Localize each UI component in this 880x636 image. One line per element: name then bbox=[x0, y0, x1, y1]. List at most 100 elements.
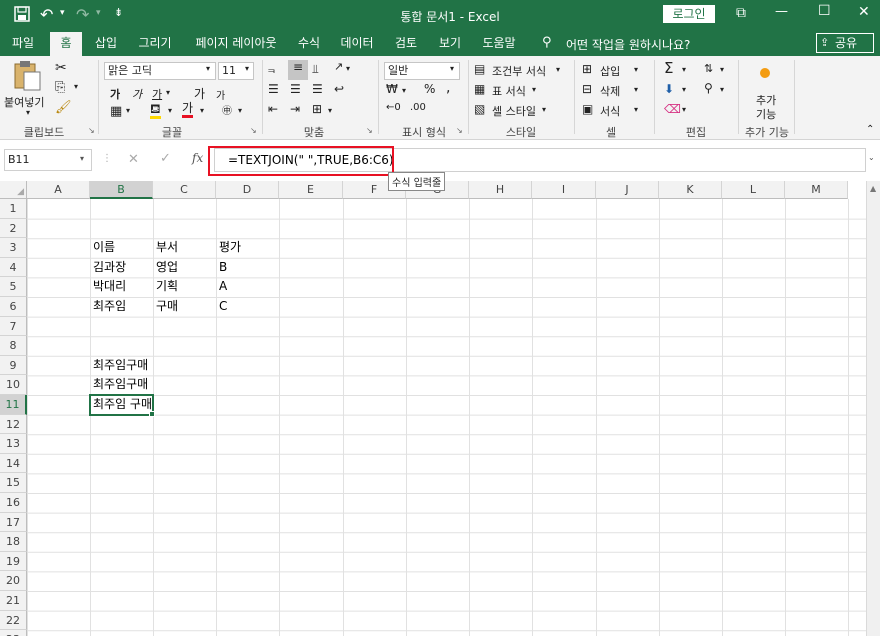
fill-color-dropdown-icon[interactable]: ▾ bbox=[168, 106, 172, 115]
delete-cells-icon[interactable]: ⊟ bbox=[582, 82, 592, 96]
row-header-2[interactable]: 2 bbox=[0, 218, 27, 239]
cell-b5[interactable]: 박대리 bbox=[90, 277, 126, 297]
tab-home[interactable]: 홈 bbox=[50, 32, 82, 56]
tab-formulas[interactable]: 수식 bbox=[292, 30, 326, 56]
row-header-12[interactable]: 12 bbox=[0, 414, 27, 435]
tab-file[interactable]: 파일 bbox=[4, 30, 42, 56]
cell-c4[interactable]: 영업 bbox=[153, 258, 178, 278]
paste-button[interactable]: 붙여넣기 bbox=[4, 94, 44, 110]
cell-c3[interactable]: 부서 bbox=[153, 238, 178, 258]
italic-button[interactable]: 가 bbox=[132, 86, 142, 102]
insert-cells-dropdown-icon[interactable]: ▾ bbox=[634, 65, 638, 74]
redo-dropdown-icon[interactable]: ▾ bbox=[96, 8, 101, 18]
tab-help[interactable]: 도움말 bbox=[476, 30, 522, 56]
increase-indent-icon[interactable]: ⇥ bbox=[290, 102, 300, 116]
column-header-d[interactable]: D bbox=[216, 181, 279, 199]
cell-d6[interactable]: C bbox=[216, 297, 227, 317]
row-header-11[interactable]: 11 bbox=[0, 395, 27, 415]
row-header-19[interactable]: 19 bbox=[0, 551, 27, 572]
cut-icon[interactable]: ✂ bbox=[55, 60, 67, 76]
bold-button[interactable]: 가 bbox=[110, 86, 120, 102]
cell-d3[interactable]: 평가 bbox=[216, 238, 241, 258]
expand-formula-bar-icon[interactable]: ⌄ bbox=[868, 153, 875, 162]
row-header-5[interactable]: 5 bbox=[0, 277, 27, 297]
confirm-edit-button[interactable]: ✓ bbox=[160, 151, 171, 166]
conditional-format-icon[interactable]: ▤ bbox=[474, 62, 485, 76]
paste-dropdown-icon[interactable]: ▾ bbox=[26, 108, 30, 117]
number-launcher-icon[interactable]: ↘ bbox=[456, 126, 463, 135]
column-header-l[interactable]: L bbox=[722, 181, 785, 199]
underline-button[interactable]: 가 bbox=[152, 86, 162, 102]
insert-cells-icon[interactable]: ⊞ bbox=[582, 62, 592, 76]
vertical-scrollbar[interactable]: ▲ bbox=[866, 181, 880, 636]
align-top-icon[interactable]: ⫬ bbox=[268, 62, 275, 77]
tab-page-layout[interactable]: 페이지 레이아웃 bbox=[186, 30, 286, 56]
format-cells-button[interactable]: 서식 bbox=[600, 103, 620, 119]
cell-styles-button[interactable]: 셀 스타일 bbox=[492, 103, 536, 119]
tab-draw[interactable]: 그리기 bbox=[132, 30, 178, 56]
row-header-22[interactable]: 22 bbox=[0, 610, 27, 631]
align-bottom-icon[interactable]: ⫫ bbox=[312, 62, 319, 77]
tab-data[interactable]: 데이터 bbox=[334, 30, 380, 56]
row-header-20[interactable]: 20 bbox=[0, 571, 27, 591]
minimize-button[interactable]: — bbox=[775, 4, 788, 19]
format-table-dropdown-icon[interactable]: ▾ bbox=[532, 85, 536, 94]
tab-review[interactable]: 검토 bbox=[388, 30, 424, 56]
copy-dropdown-icon[interactable]: ▾ bbox=[74, 82, 78, 91]
maximize-button[interactable]: ☐ bbox=[818, 3, 831, 19]
delete-cells-dropdown-icon[interactable]: ▾ bbox=[634, 85, 638, 94]
column-header-k[interactable]: K bbox=[659, 181, 722, 199]
cell-b9[interactable]: 최주임구매 bbox=[90, 356, 148, 376]
cell-c6[interactable]: 구매 bbox=[153, 297, 178, 317]
tell-me-input[interactable]: 어떤 작업을 원하시나요? bbox=[566, 36, 690, 53]
redo-icon[interactable]: ↷ bbox=[76, 5, 89, 24]
font-name-select[interactable]: 맑은 고딕 bbox=[104, 62, 216, 80]
fill-handle[interactable] bbox=[149, 410, 155, 417]
fill-color-icon[interactable]: ⛾ bbox=[150, 103, 161, 119]
percent-icon[interactable]: % bbox=[424, 82, 435, 96]
number-format-dropdown-icon[interactable]: ▾ bbox=[450, 64, 454, 73]
row-header-3[interactable]: 3 bbox=[0, 238, 27, 258]
merge-dropdown-icon[interactable]: ▾ bbox=[328, 106, 332, 115]
font-color-dropdown-icon[interactable]: ▾ bbox=[200, 106, 204, 115]
cell-b10[interactable]: 최주임구매 bbox=[90, 375, 148, 395]
underline-dropdown-icon[interactable]: ▾ bbox=[166, 88, 170, 97]
scroll-up-icon[interactable]: ▲ bbox=[870, 184, 876, 193]
addins-button-line2[interactable]: 기능 bbox=[756, 106, 776, 122]
phonetic-dropdown-icon[interactable]: ▾ bbox=[238, 106, 242, 115]
format-table-icon[interactable]: ▦ bbox=[474, 82, 485, 96]
orientation-icon[interactable]: ↗ bbox=[334, 60, 343, 73]
fill-dropdown-icon[interactable]: ▾ bbox=[682, 85, 686, 94]
name-box-dropdown-icon[interactable]: ▾ bbox=[80, 154, 84, 163]
tab-insert[interactable]: 삽입 bbox=[88, 30, 124, 56]
insert-cells-button[interactable]: 삽입 bbox=[600, 63, 620, 79]
column-header-b[interactable]: B bbox=[90, 181, 153, 199]
undo-icon[interactable]: ↶ bbox=[40, 5, 53, 24]
column-header-c[interactable]: C bbox=[153, 181, 216, 199]
collapse-ribbon-icon[interactable]: ⌃ bbox=[866, 124, 874, 135]
clear-icon[interactable]: ⌫ bbox=[664, 102, 681, 116]
ribbon-display-icon[interactable]: ⧉ bbox=[736, 5, 746, 21]
select-all-corner[interactable]: ◢ bbox=[0, 181, 27, 199]
grow-font-button[interactable]: 가 bbox=[194, 85, 205, 102]
conditional-format-dropdown-icon[interactable]: ▾ bbox=[556, 65, 560, 74]
row-header-4[interactable]: 4 bbox=[0, 257, 27, 278]
row-header-10[interactable]: 10 bbox=[0, 375, 27, 395]
align-right-icon[interactable]: ☰ bbox=[312, 82, 323, 96]
row-header-23[interactable]: 23 bbox=[0, 630, 27, 636]
column-header-h[interactable]: H bbox=[469, 181, 532, 199]
cell-styles-dropdown-icon[interactable]: ▾ bbox=[542, 105, 546, 114]
column-header-j[interactable]: J bbox=[596, 181, 659, 199]
name-box[interactable]: B11 bbox=[4, 149, 92, 171]
font-launcher-icon[interactable]: ↘ bbox=[250, 126, 257, 135]
cell-d5[interactable]: A bbox=[216, 277, 227, 297]
column-header-m[interactable]: M bbox=[785, 181, 848, 199]
row-header-21[interactable]: 21 bbox=[0, 591, 27, 611]
row-header-17[interactable]: 17 bbox=[0, 512, 27, 533]
font-size-dropdown-icon[interactable]: ▾ bbox=[245, 64, 249, 73]
row-header-15[interactable]: 15 bbox=[0, 473, 27, 493]
alignment-launcher-icon[interactable]: ↘ bbox=[366, 126, 373, 135]
increase-decimal-icon[interactable]: ←0 bbox=[386, 102, 401, 113]
cell-b4[interactable]: 김과장 bbox=[90, 258, 126, 278]
number-format-select[interactable]: 일반 bbox=[384, 62, 460, 80]
